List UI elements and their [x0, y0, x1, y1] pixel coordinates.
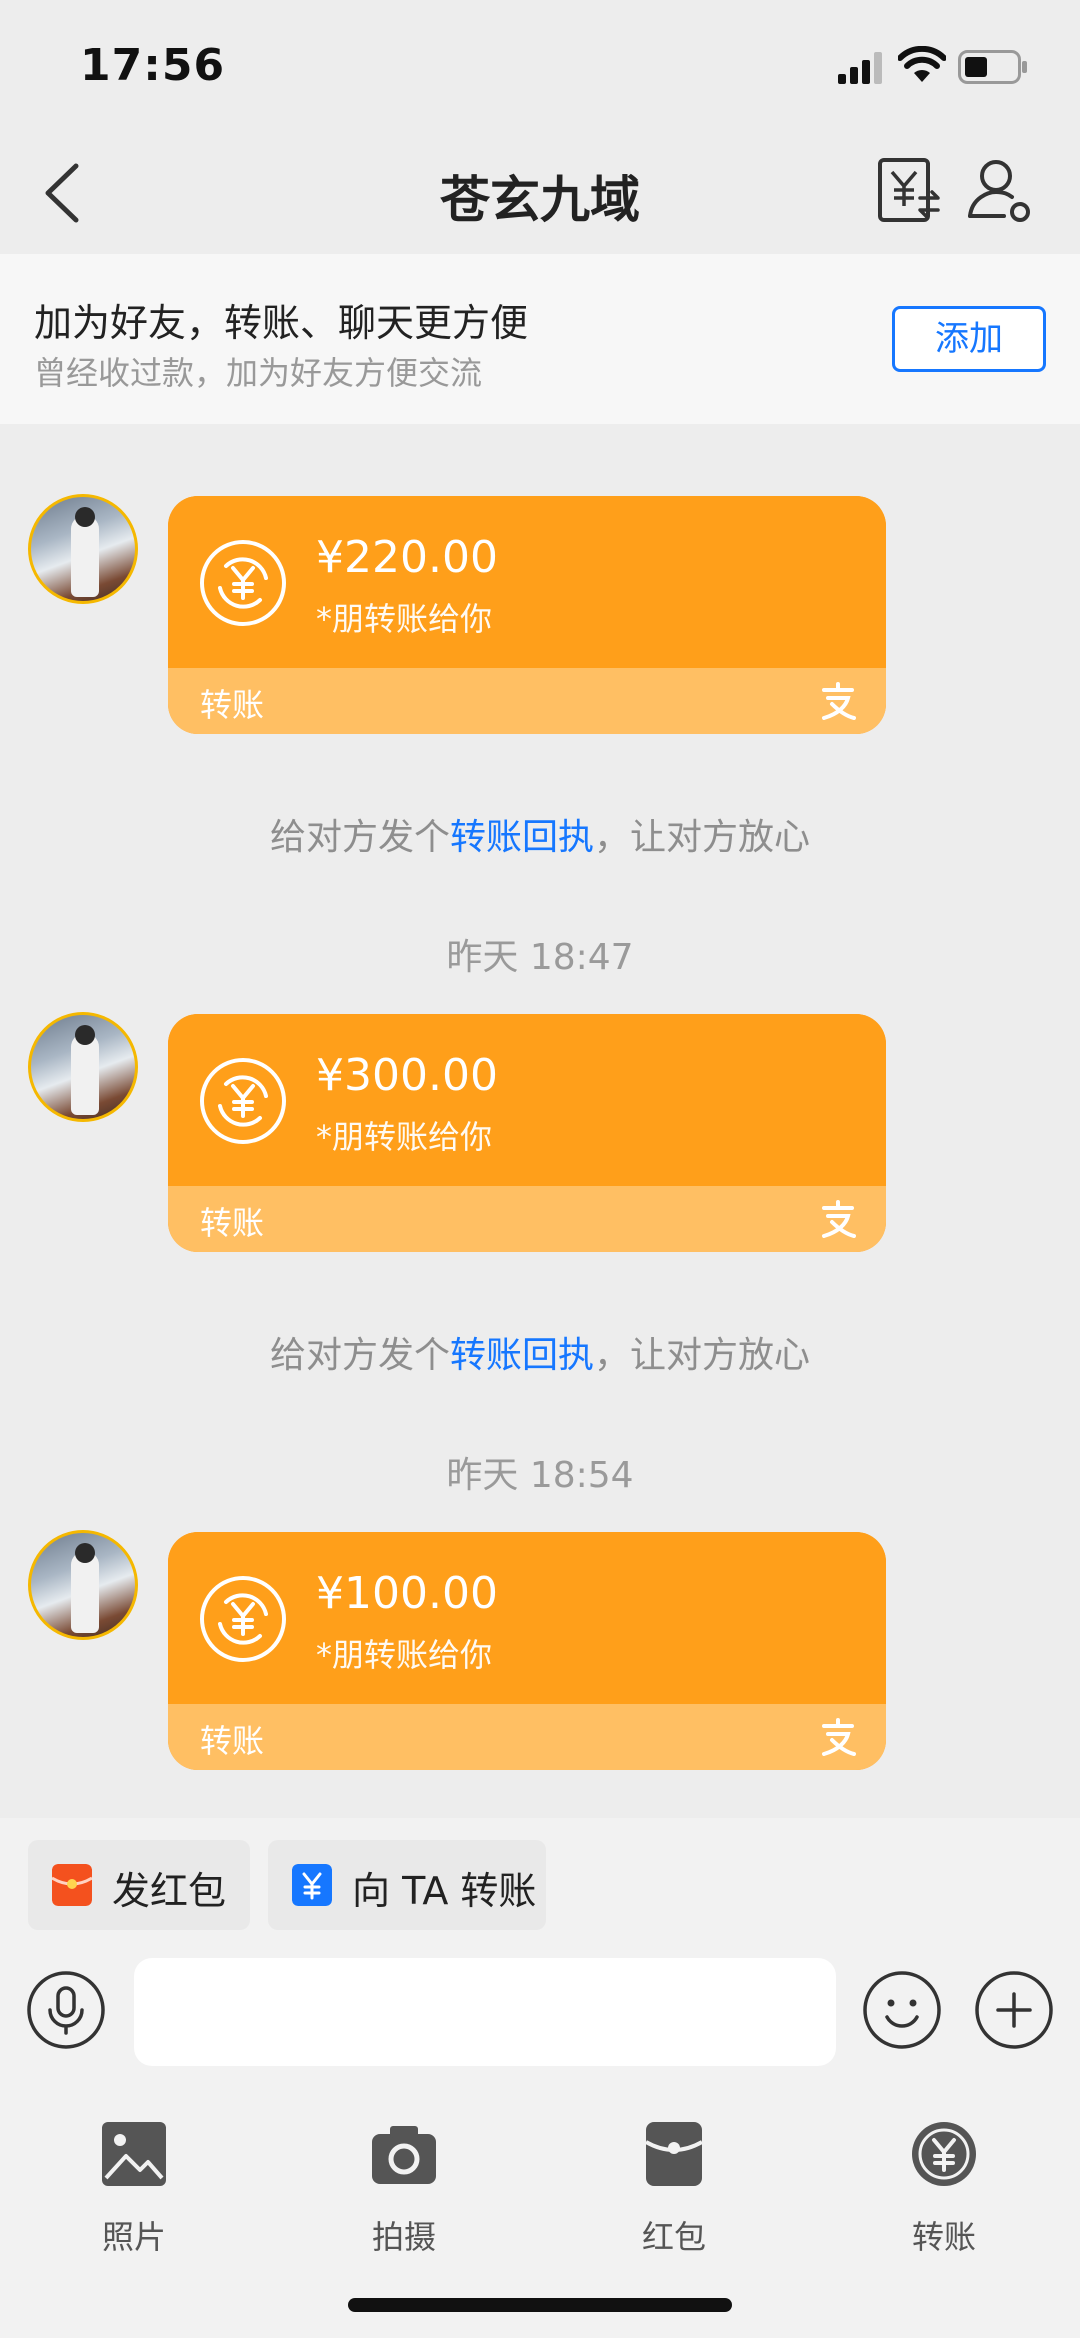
- alipay-icon: [822, 682, 856, 720]
- transfer-sender: *朋转账给你: [316, 600, 493, 638]
- transfer-card[interactable]: ¥220.00 *朋转账给你 转账: [168, 496, 886, 734]
- red-packet-icon: [645, 2122, 703, 2186]
- tool-transfer-label: 转账: [911, 2218, 976, 2256]
- emoji-icon[interactable]: [862, 1970, 942, 2050]
- message-timestamp: 昨天 18:47: [446, 937, 634, 978]
- transfer-label: 转账: [200, 1204, 265, 1242]
- message-timestamp: 昨天 18:54: [446, 1455, 634, 1496]
- transfer-card[interactable]: ¥100.00 *朋转账给你 转账: [168, 1532, 886, 1770]
- transfer-circle-icon: [200, 1058, 286, 1144]
- camera-icon: [372, 2126, 436, 2184]
- cellular-signal-icon: [838, 52, 882, 84]
- message-input[interactable]: [134, 1958, 836, 2066]
- send-red-envelope-button[interactable]: 发红包: [28, 1840, 250, 1930]
- avatar[interactable]: [28, 494, 138, 604]
- receipt-hint: 给对方发个转账回执，让对方放心: [269, 817, 811, 858]
- receipt-link[interactable]: 转账回执: [450, 817, 594, 858]
- home-indicator[interactable]: [348, 2298, 732, 2312]
- transfer-amount: ¥300.00: [316, 1050, 498, 1101]
- transfer-circle-icon: [200, 540, 286, 626]
- transfer-label: 转账: [200, 1722, 265, 1760]
- battery-icon: [958, 50, 1027, 84]
- person-settings-icon[interactable]: [964, 154, 1036, 226]
- message-input-row: [0, 1956, 1080, 2080]
- transfer-card[interactable]: ¥300.00 *朋转账给你 转账: [168, 1014, 886, 1252]
- transfer-sender: *朋转账给你: [316, 1636, 493, 1674]
- photo-icon: [102, 2122, 166, 2186]
- send-red-envelope-label: 发红包: [112, 1869, 227, 1913]
- tool-transfer[interactable]: 转账: [854, 2100, 1034, 2256]
- bill-icon[interactable]: [876, 154, 942, 226]
- banner-subtitle: 曾经收过款，加为好友方便交流: [34, 354, 483, 392]
- add-friend-button[interactable]: 添加: [892, 306, 1046, 372]
- transfer-circle-icon: [912, 2122, 976, 2186]
- transfer-label: 转账: [200, 686, 265, 724]
- voice-icon[interactable]: [26, 1970, 106, 2050]
- transfer-to-ta-button[interactable]: 向 TA 转账: [268, 1840, 546, 1930]
- status-time: 17:56: [80, 40, 226, 91]
- transfer-amount: ¥220.00: [316, 532, 498, 583]
- wifi-icon: [898, 46, 946, 82]
- red-envelope-icon: [52, 1864, 92, 1906]
- tool-photo[interactable]: 照片: [44, 2100, 224, 2256]
- receipt-hint: 给对方发个转账回执，让对方放心: [269, 1335, 811, 1376]
- avatar[interactable]: [28, 1530, 138, 1640]
- transfer-circle-icon: [200, 1576, 286, 1662]
- transfer-icon: [292, 1864, 332, 1906]
- quick-actions: 发红包 向 TA 转账: [0, 1818, 1080, 1956]
- add-friend-banner: 加为好友，转账、聊天更方便 曾经收过款，加为好友方便交流 添加: [0, 254, 1080, 424]
- receipt-link[interactable]: 转账回执: [450, 1335, 594, 1376]
- nav-bar: 苍玄九域: [0, 130, 1080, 254]
- alipay-icon: [822, 1200, 856, 1238]
- status-bar: 17:56: [0, 0, 1080, 130]
- transfer-to-ta-label: 向 TA 转账: [352, 1869, 537, 1913]
- tool-red-packet[interactable]: 红包: [584, 2100, 764, 2256]
- avatar[interactable]: [28, 1012, 138, 1122]
- tool-red-packet-label: 红包: [641, 2218, 706, 2256]
- tool-camera[interactable]: 拍摄: [314, 2100, 494, 2256]
- alipay-icon: [822, 1718, 856, 1756]
- tool-photo-label: 照片: [101, 2218, 166, 2256]
- plus-icon[interactable]: [974, 1970, 1054, 2050]
- transfer-amount: ¥100.00: [316, 1568, 498, 1619]
- transfer-sender: *朋转账给你: [316, 1118, 493, 1156]
- tool-camera-label: 拍摄: [371, 2218, 436, 2256]
- banner-title: 加为好友，转账、聊天更方便: [34, 301, 529, 345]
